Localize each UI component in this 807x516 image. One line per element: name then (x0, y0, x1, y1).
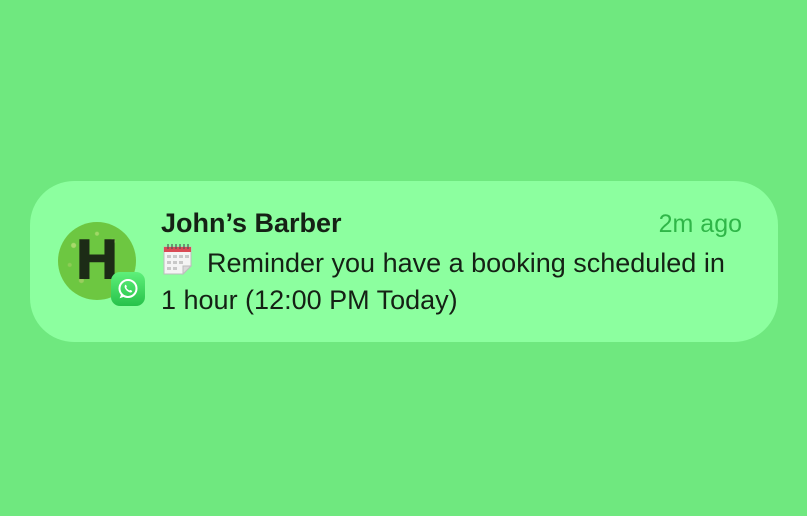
whatsapp-icon (111, 272, 145, 306)
calendar-icon (161, 242, 195, 276)
notification-message: Reminder you have a booking scheduled in… (161, 248, 725, 315)
notification-card[interactable]: H John’s Barber 2m ago Reminder you have… (30, 181, 778, 342)
notification-title: John’s Barber (161, 208, 342, 238)
notification-time: 2m ago (658, 210, 742, 238)
notification-body: Reminder you have a booking scheduled in… (161, 242, 731, 319)
sender-avatar-group: H (58, 222, 146, 306)
